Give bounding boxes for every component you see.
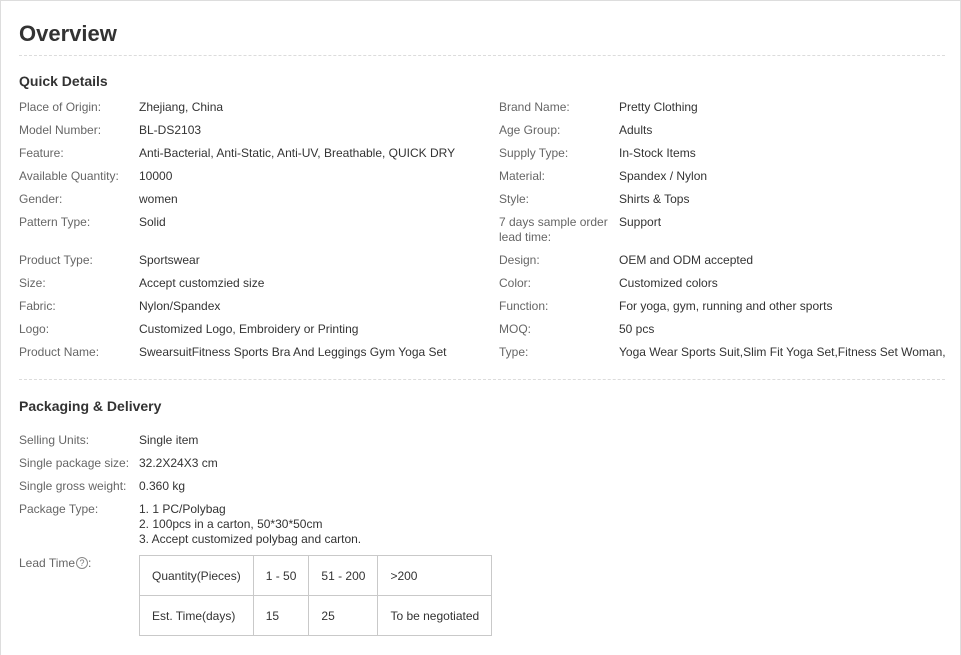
page-title: Overview [19, 21, 117, 46]
detail-label: Pattern Type: [19, 215, 91, 229]
detail-label: Feature: [19, 146, 64, 160]
detail-value: 50 pcs [619, 322, 655, 336]
lead-time-colon: : [88, 556, 92, 570]
table-cell: To be negotiated [377, 595, 493, 636]
detail-label: 7 days sample order lead time: [499, 215, 611, 245]
detail-value: BL-DS2103 [139, 123, 202, 137]
detail-label: Brand Name: [499, 100, 570, 114]
pkg-label: Single gross weight: [19, 479, 127, 493]
detail-label: Logo: [19, 322, 50, 336]
detail-value: Yoga Wear Sports Suit,Slim Fit Yoga Set,… [619, 345, 946, 359]
detail-label: Function: [499, 299, 549, 313]
detail-label-line: lead time: [499, 230, 552, 244]
pkg-value: 0.360 kg [139, 479, 186, 493]
detail-value: Shirts & Tops [619, 192, 690, 206]
detail-label: Supply Type: [499, 146, 569, 160]
divider [19, 55, 945, 56]
detail-value: Customized Logo, Embroidery or Printing [139, 322, 359, 336]
table-cell: >200 [377, 555, 493, 596]
pkg-value: 1. 1 PC/Polybag 2. 100pcs in a carton, 5… [139, 502, 361, 547]
detail-value: For yoga, gym, running and other sports [619, 299, 833, 313]
table-cell: 1 - 50 [252, 555, 310, 596]
detail-label: Color: [499, 276, 532, 290]
pkg-label: Single package size: [19, 456, 130, 470]
detail-label: Material: [499, 169, 546, 183]
detail-label: Gender: [19, 192, 63, 206]
pkg-value: 32.2X24X3 cm [139, 456, 218, 470]
table-cell: 15 [252, 595, 310, 636]
packaging-heading: Packaging & Delivery [19, 398, 162, 414]
detail-value: Nylon/Spandex [139, 299, 221, 313]
detail-label: MOQ: [499, 322, 531, 336]
detail-label: Design: [499, 253, 540, 267]
detail-value: In-Stock Items [619, 146, 696, 160]
table-cell: 51 - 200 [308, 555, 379, 596]
pkg-label: Lead Time?: [19, 556, 131, 571]
detail-value: OEM and ODM accepted [619, 253, 754, 267]
divider [19, 379, 945, 380]
lead-time-table: Quantity(Pieces) 1 - 50 51 - 200 >200 Es… [139, 555, 493, 636]
help-icon[interactable]: ? [76, 556, 89, 569]
quick-details-heading: Quick Details [19, 73, 108, 89]
detail-label: Age Group: [499, 123, 561, 137]
package-type-line: 3. Accept customized polybag and carton. [139, 532, 362, 546]
package-type-line: 2. 100pcs in a carton, 50*30*50cm [139, 517, 323, 531]
table-cell: Est. Time(days) [139, 595, 254, 636]
detail-value: Solid [139, 215, 166, 229]
detail-label: Type: [499, 345, 529, 359]
detail-label: Available Quantity: [19, 169, 119, 183]
detail-value: Zhejiang, China [139, 100, 224, 114]
detail-value: Spandex / Nylon [619, 169, 708, 183]
pkg-value: Single item [139, 433, 199, 447]
overview-panel: Overview Quick Details Place of Origin: … [0, 0, 961, 655]
detail-value: Accept customzied size [139, 276, 265, 290]
detail-label: Fabric: [19, 299, 56, 313]
detail-label: Style: [499, 192, 530, 206]
detail-value: Sportswear [139, 253, 200, 267]
detail-value: women [139, 192, 178, 206]
detail-value: Anti-Bacterial, Anti-Static, Anti-UV, Br… [139, 146, 456, 160]
package-type-line: 1. 1 PC/Polybag [139, 502, 226, 516]
table-row: Quantity(Pieces) 1 - 50 51 - 200 >200 [139, 555, 493, 596]
detail-value: SwearsuitFitness Sports Bra And Leggings… [139, 345, 447, 359]
lead-time-label: Lead Time [19, 556, 76, 570]
detail-label: Size: [19, 276, 46, 290]
detail-label: Product Type: [19, 253, 93, 267]
detail-label: Place of Origin: [19, 100, 102, 114]
detail-label: Model Number: [19, 123, 102, 137]
pkg-label: Package Type: [19, 502, 99, 516]
detail-value: 10000 [139, 169, 173, 183]
detail-label-line: 7 days sample order [499, 215, 608, 229]
pkg-label: Selling Units: [19, 433, 90, 447]
table-row: Est. Time(days) 15 25 To be negotiated [139, 595, 493, 636]
table-cell: Quantity(Pieces) [139, 555, 254, 596]
detail-value: Adults [619, 123, 653, 137]
detail-value: Pretty Clothing [619, 100, 698, 114]
table-cell: 25 [308, 595, 379, 636]
detail-value: Customized colors [619, 276, 718, 290]
detail-value: Support [619, 215, 662, 229]
detail-label: Product Name: [19, 345, 100, 359]
